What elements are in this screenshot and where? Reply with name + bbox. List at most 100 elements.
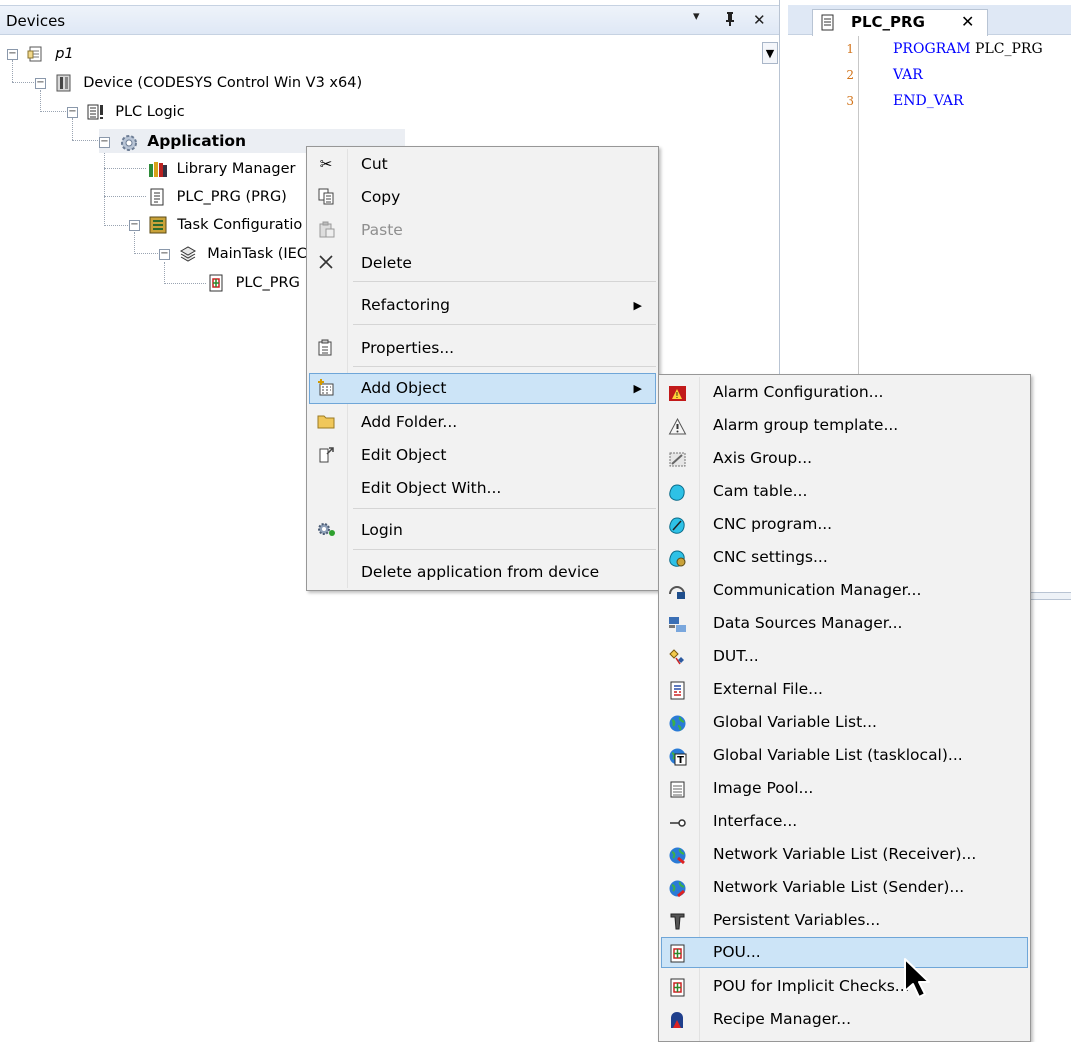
menu-item-edit-object[interactable]: Edit Object xyxy=(309,440,656,471)
application-gear-icon xyxy=(119,133,137,151)
copy-icon xyxy=(317,188,335,206)
close-panel-icon[interactable]: ✕ xyxy=(753,11,766,29)
submenu-item-nvl-sender[interactable]: Network Variable List (Sender)... xyxy=(661,872,1028,903)
submenu-item-alarm-group-template[interactable]: Alarm group template... xyxy=(661,410,1028,441)
collapse-icon[interactable]: − xyxy=(129,219,140,231)
folder-icon xyxy=(317,413,335,431)
submenu-label: CNC settings... xyxy=(713,548,828,566)
menu-item-copy[interactable]: Copy xyxy=(309,182,656,213)
submenu-item-interface[interactable]: Interface... xyxy=(661,806,1028,837)
tree-scroll-dropdown[interactable]: ▼ xyxy=(762,42,778,64)
pou-implicit-icon xyxy=(668,977,687,997)
submenu-item-cnc-program[interactable]: CNC program... xyxy=(661,509,1028,540)
tree-node-library-manager[interactable]: Library Manager xyxy=(148,157,295,181)
device-icon xyxy=(55,74,73,92)
submenu-item-cam-table[interactable]: Cam table... xyxy=(661,476,1028,507)
pin-icon[interactable] xyxy=(724,11,736,31)
task-configuration-icon xyxy=(149,216,167,234)
submenu-item-recipe-manager[interactable]: Recipe Manager... xyxy=(661,1004,1028,1035)
cnc-program-icon xyxy=(668,515,687,534)
submenu-label: DUT... xyxy=(713,647,759,665)
tab-close-icon[interactable]: ✕ xyxy=(961,12,974,31)
submenu-label: Alarm group template... xyxy=(713,416,899,434)
tree-node-project[interactable]: − p1 xyxy=(7,42,74,66)
submenu-item-communication-manager[interactable]: Communication Manager... xyxy=(661,575,1028,606)
communication-manager-icon xyxy=(668,581,687,600)
tab-plc-prg[interactable]: PLC_PRG ✕ xyxy=(812,9,988,36)
persistent-variables-icon xyxy=(668,911,687,930)
menu-item-add-object[interactable]: Add Object ▶ xyxy=(309,373,656,404)
submenu-item-global-variable-list[interactable]: Global Variable List... xyxy=(661,707,1028,738)
collapse-icon[interactable]: − xyxy=(35,77,46,89)
maintask-label: MainTask (IEC xyxy=(207,246,307,262)
network-globe-sender-icon xyxy=(668,878,687,898)
maintask-plc-prg-label: PLC_PRG xyxy=(235,275,300,291)
submenu-label: Data Sources Manager... xyxy=(713,614,903,632)
menu-label: Copy xyxy=(361,188,401,206)
menu-item-add-folder[interactable]: Add Folder... xyxy=(309,407,656,438)
menu-item-paste[interactable]: Paste xyxy=(309,215,656,246)
submenu-item-global-variable-list-tasklocal[interactable]: T Global Variable List (tasklocal)... xyxy=(661,740,1028,771)
submenu-item-pou-implicit-checks[interactable]: POU for Implicit Checks... xyxy=(661,971,1028,1002)
add-object-icon xyxy=(317,379,335,397)
submenu-item-alarm-configuration[interactable]: ! Alarm Configuration... xyxy=(661,377,1028,408)
task-configuration-label: Task Configuratio xyxy=(177,217,303,233)
library-manager-label: Library Manager xyxy=(176,161,296,177)
menu-item-cut[interactable]: ✂ Cut xyxy=(309,149,656,180)
menu-item-refactoring[interactable]: Refactoring ▶ xyxy=(309,290,656,321)
external-file-icon xyxy=(668,680,687,700)
tree-node-plc-prg[interactable]: PLC_PRG (PRG) xyxy=(148,185,287,209)
code-line[interactable]: VAR xyxy=(893,67,923,83)
login-icon xyxy=(317,521,335,539)
plc-logic-icon xyxy=(87,103,105,121)
submenu-item-axis-group[interactable]: Axis Group... xyxy=(661,443,1028,474)
submenu-item-nvl-receiver[interactable]: Network Variable List (Receiver)... xyxy=(661,839,1028,870)
submenu-arrow-icon: ▶ xyxy=(633,382,642,395)
properties-icon xyxy=(317,339,335,357)
library-manager-icon xyxy=(148,160,167,178)
tree-node-maintask[interactable]: − MainTask (IEC xyxy=(159,242,307,266)
menu-item-login[interactable]: Login xyxy=(309,515,656,546)
menu-label: Edit Object With... xyxy=(361,479,502,497)
alarm-configuration-icon: ! xyxy=(668,383,687,402)
pou-icon xyxy=(668,943,687,963)
menu-item-edit-object-with[interactable]: Edit Object With... xyxy=(309,473,656,504)
project-icon xyxy=(27,45,45,63)
code-text: PLC_PRG xyxy=(970,41,1043,57)
menu-label: Login xyxy=(361,521,403,539)
collapse-icon[interactable]: − xyxy=(159,248,170,260)
submenu-item-pou[interactable]: POU... xyxy=(661,937,1028,968)
menu-label: Cut xyxy=(361,155,388,173)
plc-prg-label: PLC_PRG (PRG) xyxy=(176,189,287,205)
line-number: 2 xyxy=(846,68,854,82)
tree-node-task-configuration[interactable]: − Task Configuratio xyxy=(129,213,302,237)
line-number: 3 xyxy=(846,94,854,108)
pou-call-icon xyxy=(207,274,225,292)
code-line[interactable]: END_VAR xyxy=(893,93,964,109)
code-line[interactable]: PROGRAM PLC_PRG xyxy=(893,41,1043,57)
submenu-item-external-file[interactable]: External File... xyxy=(661,674,1028,705)
collapse-icon[interactable]: − xyxy=(7,48,18,60)
cam-table-icon xyxy=(668,482,687,501)
axis-group-icon xyxy=(668,449,687,468)
tab-label: PLC_PRG xyxy=(851,13,925,31)
submenu-item-dut[interactable]: DUT... xyxy=(661,641,1028,672)
menu-item-delete-application[interactable]: Delete application from device xyxy=(309,557,656,588)
submenu-label: Global Variable List (tasklocal)... xyxy=(713,746,963,764)
menu-item-properties[interactable]: Properties... xyxy=(309,333,656,364)
collapse-icon[interactable]: − xyxy=(67,106,78,118)
tree-node-plc-logic[interactable]: − PLC Logic xyxy=(67,100,185,124)
menu-item-delete[interactable]: Delete xyxy=(309,248,656,279)
dut-icon xyxy=(668,647,687,666)
tree-node-maintask-plc-prg[interactable]: PLC_PRG xyxy=(207,271,300,295)
submenu-item-image-pool[interactable]: Image Pool... xyxy=(661,773,1028,804)
submenu-label: Cam table... xyxy=(713,482,808,500)
tree-node-device[interactable]: − Device (CODESYS Control Win V3 x64) xyxy=(35,71,362,95)
editor-tab-bar: PLC_PRG ✕ xyxy=(788,5,1071,36)
panel-dropdown-icon[interactable]: ▾ xyxy=(693,9,700,24)
submenu-item-cnc-settings[interactable]: CNC settings... xyxy=(661,542,1028,573)
submenu-label: Communication Manager... xyxy=(713,581,922,599)
submenu-item-persistent-variables[interactable]: Persistent Variables... xyxy=(661,905,1028,936)
collapse-icon[interactable]: − xyxy=(99,136,110,148)
submenu-item-data-sources-manager[interactable]: Data Sources Manager... xyxy=(661,608,1028,639)
